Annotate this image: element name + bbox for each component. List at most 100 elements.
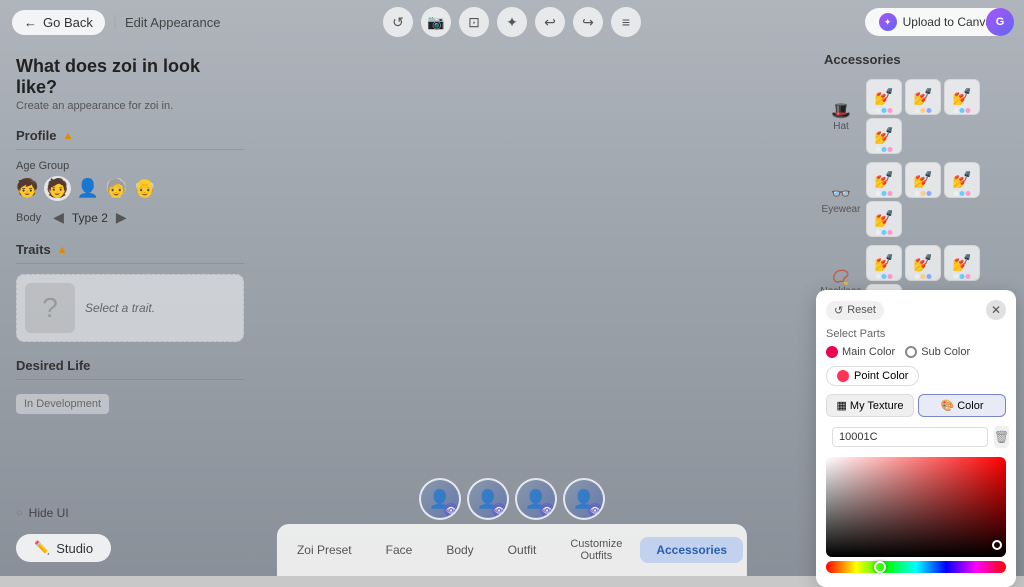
- profile-warning-icon: ▲: [62, 130, 73, 142]
- avatar-eye-icon-1: 👁: [444, 503, 458, 517]
- main-question: What does zoi in look like?: [16, 56, 244, 98]
- body-next-button[interactable]: ▶: [116, 209, 127, 226]
- texture-color-tabs: ▦ My Texture 🎨 Color: [826, 394, 1006, 417]
- body-label: Body: [16, 212, 41, 224]
- body-type-value: Type 2: [72, 211, 108, 225]
- hide-ui-circle-icon: ○: [16, 507, 23, 519]
- top-bar: ← Go Back | Edit Appearance ↺ 📷 ⊡ ✦ ↩ ↪ …: [0, 0, 1024, 44]
- age-adult-icon[interactable]: 👤: [77, 178, 99, 199]
- hat-category-icon: 🎩: [831, 101, 851, 121]
- close-color-picker-button[interactable]: ✕: [986, 300, 1006, 320]
- tool-undo-btn[interactable]: ↩: [535, 7, 565, 37]
- tab-accessories[interactable]: Accessories: [640, 537, 743, 563]
- hat-items: 💅 💅 💅 💅: [866, 79, 1018, 154]
- bottom-navigation: Zoi Preset Face Body Outfit CustomizeOut…: [277, 524, 747, 576]
- select-parts-label: Select Parts: [826, 328, 1006, 340]
- hat-item-3[interactable]: 💅: [944, 79, 980, 115]
- hat-item-1[interactable]: 💅: [866, 79, 902, 115]
- traits-section: Traits ▲ ? Select a trait.: [16, 242, 244, 342]
- hide-ui-label: Hide UI: [29, 506, 69, 520]
- age-group-label: Age Group: [16, 160, 244, 172]
- tool-rotate-btn[interactable]: ↺: [383, 7, 413, 37]
- eyewear-item-3[interactable]: 💅: [944, 162, 980, 198]
- hue-slider[interactable]: [826, 561, 1006, 573]
- parts-options: Main Color Sub Color: [826, 346, 1006, 358]
- traits-warning-icon: ▲: [57, 244, 68, 256]
- age-group-options: 🧒 🧑 👤 🧓 👴: [16, 176, 244, 201]
- tab-zoi-preset[interactable]: Zoi Preset: [281, 537, 368, 563]
- hat-item-2[interactable]: 💅: [905, 79, 941, 115]
- avatar-preview-3[interactable]: 👤 👁: [515, 478, 557, 520]
- hat-item-4[interactable]: 💅: [866, 118, 902, 154]
- back-chevron-icon: ←: [24, 15, 37, 30]
- profile-section-header: Profile ▲: [16, 128, 244, 150]
- trait-selector[interactable]: ? Select a trait.: [16, 274, 244, 342]
- necklace-item-2[interactable]: 💅: [905, 245, 941, 281]
- age-child-icon[interactable]: 🧒: [16, 178, 38, 199]
- tool-redo-btn[interactable]: ↪: [573, 7, 603, 37]
- tool-magic-btn[interactable]: ✦: [497, 7, 527, 37]
- studio-pencil-icon: ✏️: [34, 540, 50, 556]
- eyewear-item-1[interactable]: 💅: [866, 162, 902, 198]
- user-avatar[interactable]: G: [986, 8, 1014, 36]
- hex-input[interactable]: [832, 427, 988, 447]
- sub-color-option[interactable]: Sub Color: [905, 346, 970, 358]
- body-type-row: Body ◀ Type 2 ▶: [16, 209, 244, 226]
- point-color-button[interactable]: Point Color: [826, 366, 919, 386]
- color-gradient-box[interactable]: [826, 457, 1006, 557]
- texture-icon: ▦: [837, 399, 847, 412]
- tab-face[interactable]: Face: [370, 537, 429, 563]
- sub-color-radio: [905, 346, 917, 358]
- avatar-preview-1[interactable]: 👤 👁: [419, 478, 461, 520]
- main-color-option[interactable]: Main Color: [826, 346, 895, 358]
- age-teen-icon[interactable]: 🧑: [44, 176, 70, 201]
- age-senior-icon[interactable]: 👴: [134, 178, 156, 199]
- palette-icon: 🎨: [941, 399, 955, 412]
- color-tab-label: Color: [957, 400, 983, 412]
- edit-appearance-label: Edit Appearance: [125, 15, 220, 30]
- main-subtitle: Create an appearance for zoi in.: [16, 100, 244, 112]
- studio-label: Studio: [56, 541, 93, 556]
- gradient-cursor: [992, 540, 1002, 550]
- avatar-eye-icon-4: 👁: [588, 503, 602, 517]
- eyewear-item-2[interactable]: 💅: [905, 162, 941, 198]
- necklace-item-3[interactable]: 💅: [944, 245, 980, 281]
- studio-button[interactable]: ✏️ Studio: [16, 534, 111, 562]
- avatar-preview-4[interactable]: 👤 👁: [563, 478, 605, 520]
- desired-life-section: Desired Life In Development: [16, 358, 244, 414]
- back-label: Go Back: [43, 15, 93, 30]
- tab-outfit[interactable]: Outfit: [492, 537, 553, 563]
- tool-menu-btn[interactable]: ≡: [611, 7, 641, 37]
- avatar-preview-2[interactable]: 👤 👁: [467, 478, 509, 520]
- color-tab[interactable]: 🎨 Color: [918, 394, 1006, 417]
- tab-customize-outfits[interactable]: CustomizeOutfits: [554, 532, 638, 568]
- color-picker-panel: ↺ Reset ✕ Select Parts Main Color Sub Co…: [816, 290, 1016, 587]
- desired-life-header: Desired Life: [16, 358, 244, 380]
- age-elder-icon[interactable]: 🧓: [105, 178, 127, 199]
- canvas-logo-icon: ✦: [879, 13, 897, 31]
- necklace-item-1[interactable]: 💅: [866, 245, 902, 281]
- my-texture-tab[interactable]: ▦ My Texture: [826, 394, 914, 417]
- age-group-row: Age Group 🧒 🧑 👤 🧓 👴: [16, 160, 244, 201]
- tool-expand-btn[interactable]: ⊡: [459, 7, 489, 37]
- my-texture-label: My Texture: [850, 400, 904, 412]
- tool-camera-btn[interactable]: 📷: [421, 7, 451, 37]
- hue-cursor: [874, 561, 886, 573]
- reset-icon: ↺: [834, 304, 843, 317]
- traits-label: Traits: [16, 242, 51, 257]
- tab-body[interactable]: Body: [430, 537, 489, 563]
- delete-color-button[interactable]: 🗑: [994, 426, 1009, 448]
- body-prev-button[interactable]: ◀: [53, 209, 64, 226]
- reset-button[interactable]: ↺ Reset: [826, 301, 884, 320]
- main-color-label: Main Color: [842, 346, 895, 358]
- sub-color-label: Sub Color: [921, 346, 970, 358]
- eyewear-category-icon: 👓: [831, 184, 851, 204]
- color-value-row: 🗑: [826, 425, 1006, 449]
- traits-section-header: Traits ▲: [16, 242, 244, 264]
- hide-ui-row: ○ Hide UI: [16, 506, 69, 520]
- reset-label: Reset: [847, 304, 876, 316]
- back-button[interactable]: ← Go Back: [12, 10, 105, 35]
- eyewear-item-4[interactable]: 💅: [866, 201, 902, 237]
- eyewear-label: Eyewear: [820, 204, 862, 215]
- desired-life-label: Desired Life: [16, 358, 90, 373]
